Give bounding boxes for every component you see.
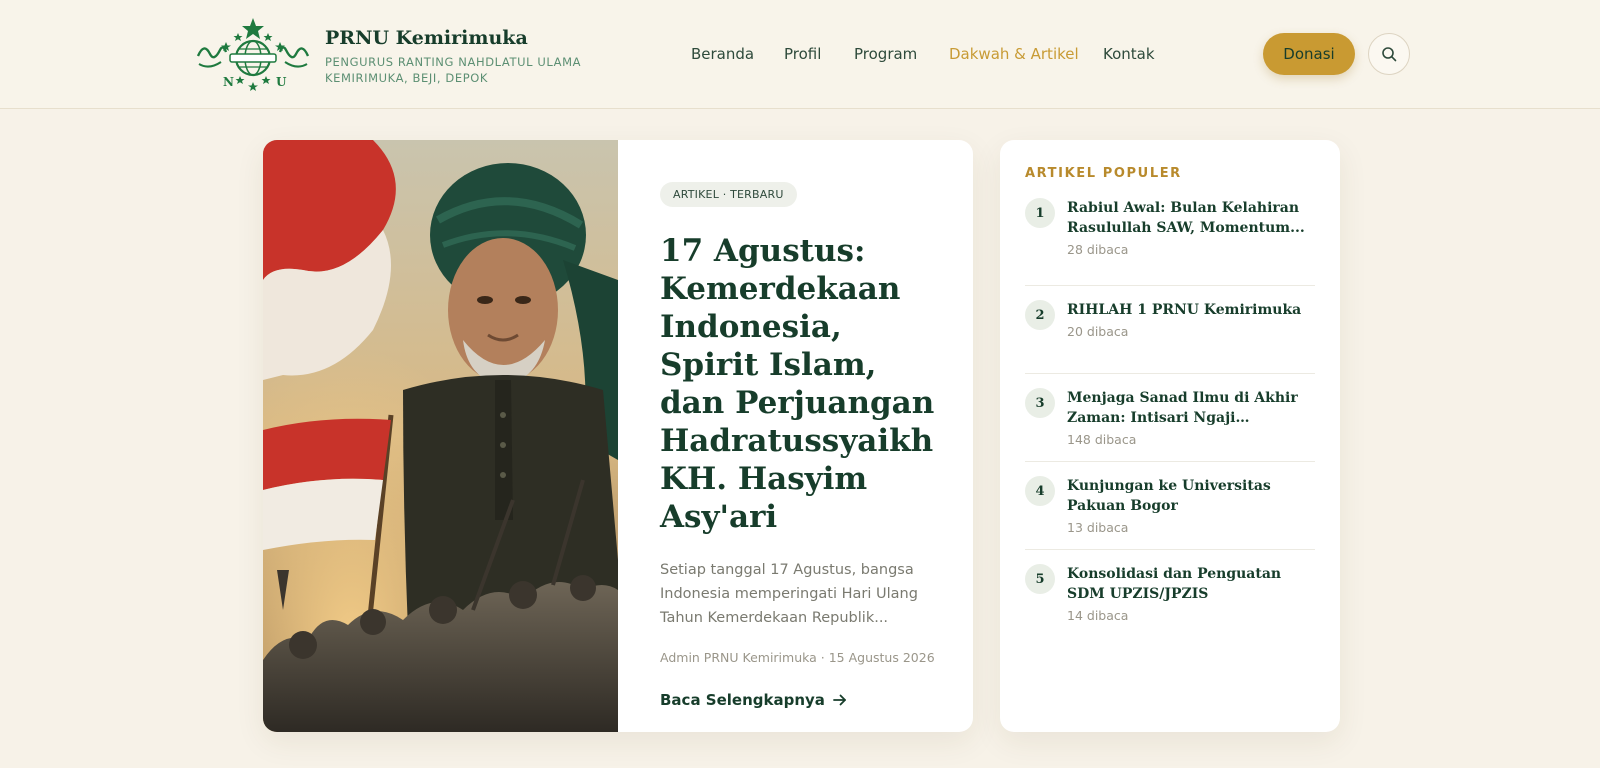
popular-article-reads: 148 dibaca bbox=[1067, 432, 1137, 447]
popular-article-title[interactable]: Menjaga Sanad Ilmu di Akhir Zaman: Intis… bbox=[1067, 388, 1317, 428]
popular-article-item[interactable]: 5 Konsolidasi dan Penguatan SDM UPZIS/JP… bbox=[1025, 550, 1315, 638]
featured-article-image[interactable] bbox=[263, 140, 618, 732]
nu-logo-icon[interactable]: N U bbox=[196, 16, 310, 92]
site-subtitle-line-1: PENGURUS RANTING NAHDLATUL ULAMA bbox=[325, 55, 582, 69]
nav-profil[interactable]: Profil bbox=[784, 45, 821, 63]
nav-program[interactable]: Program bbox=[854, 45, 917, 63]
read-more-label: Baca Selengkapnya bbox=[660, 691, 825, 709]
nav-kontak[interactable]: Kontak bbox=[1103, 45, 1155, 63]
popular-article-rank: 5 bbox=[1025, 564, 1055, 594]
article-tag: ARTIKEL · TERBARU bbox=[660, 182, 797, 207]
featured-article-card[interactable]: ARTIKEL · TERBARU 17 Agustus: Kemerdekaa… bbox=[263, 140, 973, 732]
popular-article-rank: 4 bbox=[1025, 476, 1055, 506]
site-header: N U PRNU Kemirimuka PENGURUS RANTING NAH… bbox=[0, 0, 1600, 109]
popular-article-title[interactable]: Rabiul Awal: Bulan Kelahiran Rasulullah … bbox=[1067, 198, 1317, 238]
nav-dakwah-artikel[interactable]: Dakwah & Artikel bbox=[949, 45, 1079, 63]
popular-article-item[interactable]: 2 RIHLAH 1 PRNU Kemirimuka 20 dibaca bbox=[1025, 286, 1315, 374]
featured-article-body: ARTIKEL · TERBARU 17 Agustus: Kemerdekaa… bbox=[660, 182, 940, 709]
site-title[interactable]: PRNU Kemirimuka bbox=[325, 27, 528, 49]
popular-articles-heading: ARTIKEL POPULER bbox=[1025, 166, 1182, 181]
popular-articles-list: 1 Rabiul Awal: Bulan Kelahiran Rasululla… bbox=[1025, 198, 1315, 638]
popular-article-rank: 1 bbox=[1025, 198, 1055, 228]
popular-article-title[interactable]: Kunjungan ke Universitas Pakuan Bogor bbox=[1067, 476, 1317, 516]
arrow-right-icon bbox=[833, 694, 846, 706]
site-subtitle: PENGURUS RANTING NAHDLATUL ULAMA KEMIRIM… bbox=[325, 54, 581, 86]
popular-article-title[interactable]: RIHLAH 1 PRNU Kemirimuka bbox=[1067, 300, 1317, 320]
popular-article-reads: 14 dibaca bbox=[1067, 608, 1129, 623]
popular-article-rank: 2 bbox=[1025, 300, 1055, 330]
donate-button[interactable]: Donasi bbox=[1263, 33, 1355, 75]
logo-letter-n: N bbox=[223, 75, 234, 89]
popular-article-title[interactable]: Konsolidasi dan Penguatan SDM UPZIS/JPZI… bbox=[1067, 564, 1317, 604]
site-subtitle-line-2: KEMIRIMUKA, BEJI, DEPOK bbox=[325, 71, 489, 85]
search-button[interactable] bbox=[1368, 33, 1410, 75]
read-more-link[interactable]: Baca Selengkapnya bbox=[660, 691, 940, 709]
popular-article-reads: 13 dibaca bbox=[1067, 520, 1129, 535]
featured-article-title[interactable]: 17 Agustus: Kemerdekaan Indonesia, Spiri… bbox=[660, 232, 940, 536]
popular-article-rank: 3 bbox=[1025, 388, 1055, 418]
search-icon bbox=[1382, 47, 1397, 62]
popular-articles-panel: ARTIKEL POPULER 1 Rabiul Awal: Bulan Kel… bbox=[1000, 140, 1340, 732]
popular-article-item[interactable]: 4 Kunjungan ke Universitas Pakuan Bogor … bbox=[1025, 462, 1315, 550]
popular-article-reads: 20 dibaca bbox=[1067, 324, 1129, 339]
nav-beranda[interactable]: Beranda bbox=[691, 45, 754, 63]
featured-article-meta: Admin PRNU Kemirimuka · 15 Agustus 2026 bbox=[660, 650, 935, 665]
popular-article-item[interactable]: 1 Rabiul Awal: Bulan Kelahiran Rasululla… bbox=[1025, 198, 1315, 286]
popular-article-item[interactable]: 3 Menjaga Sanad Ilmu di Akhir Zaman: Int… bbox=[1025, 374, 1315, 462]
logo-letter-u: U bbox=[276, 75, 287, 89]
featured-article-excerpt: Setiap tanggal 17 Agustus, bangsa Indone… bbox=[660, 562, 918, 626]
popular-article-reads: 28 dibaca bbox=[1067, 242, 1129, 257]
